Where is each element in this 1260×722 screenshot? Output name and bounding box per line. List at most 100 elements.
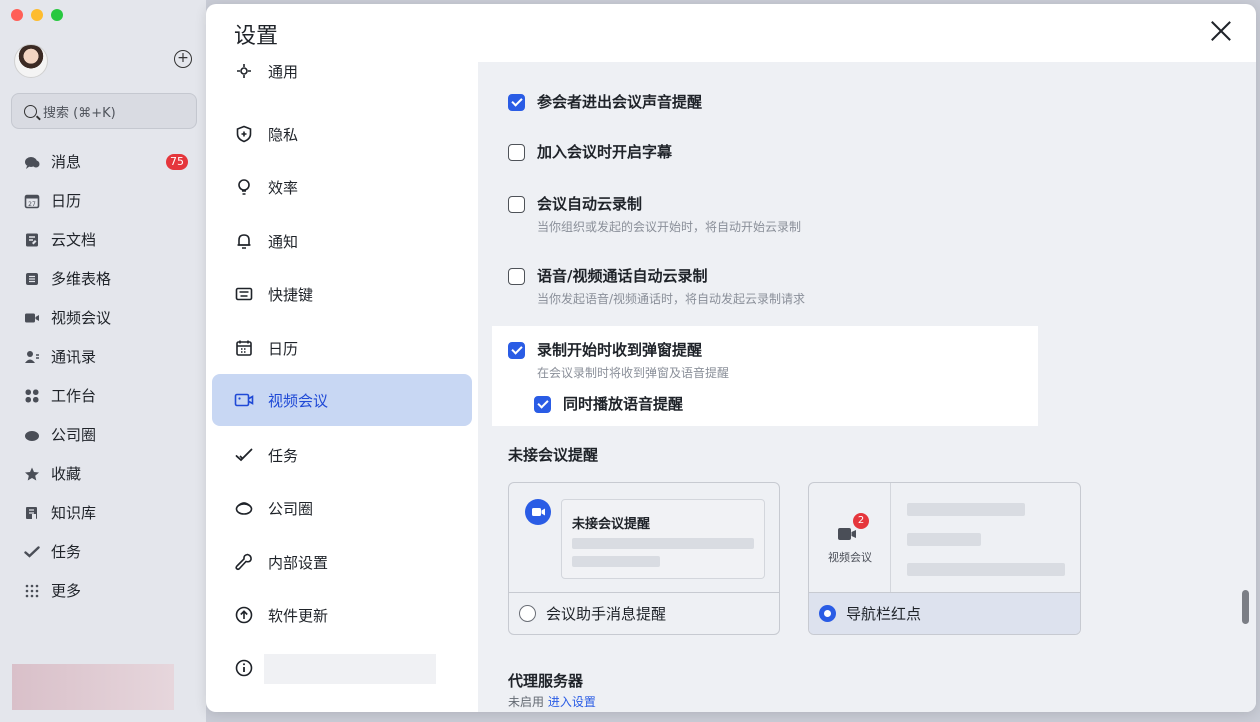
proxy-settings-link[interactable]: 进入设置 <box>548 695 596 709</box>
settings-nav-efficiency[interactable]: 效率 <box>212 161 472 213</box>
blurred-profile-area <box>12 664 174 710</box>
nav-label: 知识库 <box>51 504 97 522</box>
keyboard-icon <box>234 284 254 304</box>
nav-item-favorites[interactable]: 收藏 <box>0 454 206 493</box>
calendar-icon <box>234 338 254 358</box>
nav-item-contacts[interactable]: 通讯录 <box>0 337 206 376</box>
nav-item-base[interactable]: 多维表格 <box>0 259 206 298</box>
settings-nav-privacy[interactable]: 隐私 <box>212 108 472 160</box>
contacts-icon <box>24 349 40 365</box>
radio-label: 导航栏红点 <box>846 605 922 623</box>
option-record-popup[interactable]: 录制开始时收到弹窗提醒 在会议录制时将收到弹窗及语音提醒 <box>508 340 729 381</box>
zoom-window-button[interactable] <box>51 9 63 21</box>
settings-nav-label: 公司圈 <box>268 499 314 518</box>
workplace-grid-icon <box>24 388 40 404</box>
navbar-preview: 2 视频会议 <box>809 483 891 593</box>
search-input[interactable]: 搜索 (⌘+K) <box>11 93 197 129</box>
svg-text:27: 27 <box>28 201 36 208</box>
missed-option-footer[interactable]: 会议助手消息提醒 <box>509 592 779 634</box>
checkbox-record-popup[interactable] <box>508 342 525 359</box>
settings-nav-update[interactable]: 软件更新 <box>212 589 472 641</box>
option-description: 当你发起语音/视频通话时，将自动发起云录制请求 <box>537 292 806 306</box>
settings-nav-tasks[interactable]: 任务 <box>212 429 472 481</box>
moments-icon <box>234 498 254 518</box>
settings-nav-shortcuts[interactable]: 快捷键 <box>212 268 472 320</box>
app-sidebar: + 搜索 (⌘+K) 消息 75 27 日历 云文档 多维表格 视频会议 通讯录… <box>0 0 206 722</box>
settings-nav-internal[interactable]: 内部设置 <box>212 536 472 588</box>
wrench-icon <box>234 552 254 572</box>
missed-option-footer[interactable]: 导航栏红点 <box>809 592 1080 634</box>
nav-item-workplace[interactable]: 工作台 <box>0 376 206 415</box>
nav-item-tasks[interactable]: 任务 <box>0 532 206 571</box>
missed-option-card-assistant[interactable]: 未接会议提醒 会议助手消息提醒 <box>508 482 780 635</box>
search-placeholder: 搜索 (⌘+K) <box>43 105 116 121</box>
nav-item-docs[interactable]: 云文档 <box>0 220 206 259</box>
placeholder-line <box>572 538 754 549</box>
nav-item-messages[interactable]: 消息 75 <box>0 142 206 181</box>
unread-badge: 75 <box>166 153 188 170</box>
option-auto-captions[interactable]: 加入会议时开启字幕 <box>508 142 672 162</box>
option-participant-sound[interactable]: 参会者进出会议声音提醒 <box>508 92 702 112</box>
option-voice-reminder[interactable]: 同时播放语音提醒 <box>534 394 683 414</box>
settings-nav-label: 快捷键 <box>268 285 314 304</box>
nav-label: 任务 <box>51 543 82 561</box>
option-call-auto-record[interactable]: 语音/视频通话自动云录制 当你发起语音/视频通话时，将自动发起云录制请求 <box>508 266 805 307</box>
checkbox-participant-sound[interactable] <box>508 94 525 111</box>
settings-nav-label: 效率 <box>268 178 299 197</box>
close-icon[interactable] <box>1210 20 1232 42</box>
close-window-button[interactable] <box>11 9 23 21</box>
settings-nav-label: 内部设置 <box>268 553 329 572</box>
option-label: 会议自动云录制 <box>537 195 643 213</box>
meeting-assistant-icon <box>525 499 551 525</box>
proxy-status: 未启用 <box>508 695 545 709</box>
search-icon <box>24 104 37 118</box>
app-nav: 消息 75 27 日历 云文档 多维表格 视频会议 通讯录 工作台 公司圈 收藏… <box>0 142 206 610</box>
avatar[interactable] <box>14 44 48 78</box>
wiki-icon <box>24 505 40 521</box>
nav-label: 云文档 <box>51 231 97 249</box>
nav-item-more[interactable]: 更多 <box>0 571 206 610</box>
nav-item-calendar[interactable]: 27 日历 <box>0 181 206 220</box>
plus-circle-icon[interactable]: + <box>174 50 192 68</box>
missed-option-card-navbar[interactable]: 2 视频会议 导航栏红点 <box>808 482 1081 635</box>
calendar-icon: 27 <box>24 193 40 209</box>
nav-label: 多维表格 <box>51 270 112 288</box>
option-auto-cloud-record[interactable]: 会议自动云录制 当你组织或发起的会议开始时，将自动开始云录制 <box>508 194 801 235</box>
settings-nav: 通用 隐私 效率 通知 快捷键 日历 视频会议 任务 公司圈 内部设置 软件更新 <box>206 62 478 712</box>
info-icon <box>234 658 254 678</box>
nav-label: 更多 <box>51 582 82 600</box>
settings-content: 参会者进出会议声音提醒 加入会议时开启字幕 会议自动云录制 当你组织或发起的会议… <box>478 62 1256 712</box>
option-label: 同时播放语音提醒 <box>563 395 684 413</box>
option-label: 语音/视频通话自动云录制 <box>537 267 708 285</box>
missed-meeting-title: 未接会议提醒 <box>508 446 599 464</box>
radio-assistant-message[interactable] <box>519 605 536 622</box>
checkbox-auto-captions[interactable] <box>508 144 525 161</box>
minimize-window-button[interactable] <box>31 9 43 21</box>
nav-item-moments[interactable]: 公司圈 <box>0 415 206 454</box>
nav-label: 收藏 <box>51 465 82 483</box>
general-icon <box>234 61 254 81</box>
settings-nav-label: 任务 <box>268 446 299 465</box>
settings-nav-moments[interactable]: 公司圈 <box>212 482 472 534</box>
settings-nav-label: 通用 <box>268 62 299 81</box>
lightbulb-icon <box>234 177 254 197</box>
placeholder-line <box>907 563 1065 576</box>
settings-nav-general[interactable]: 通用 <box>212 54 472 88</box>
settings-nav-notifications[interactable]: 通知 <box>212 215 472 267</box>
preview-title: 未接会议提醒 <box>572 517 651 532</box>
checkbox-auto-cloud-record[interactable] <box>508 196 525 213</box>
settings-nav-video-meeting[interactable]: 视频会议 <box>212 374 472 426</box>
settings-nav-label: 通知 <box>268 232 299 251</box>
nav-item-video-meeting[interactable]: 视频会议 <box>0 298 206 337</box>
checkbox-call-auto-record[interactable] <box>508 268 525 285</box>
settings-nav-calendar[interactable]: 日历 <box>212 322 472 374</box>
checkbox-voice-reminder[interactable] <box>534 396 551 413</box>
settings-nav-label: 软件更新 <box>268 606 329 625</box>
content-scrollbar[interactable] <box>1242 590 1249 624</box>
nav-item-wiki[interactable]: 知识库 <box>0 493 206 532</box>
base-table-icon <box>24 271 40 287</box>
option-label: 加入会议时开启字幕 <box>537 143 673 161</box>
settings-nav-label: 视频会议 <box>268 391 329 410</box>
navbar-icon-label: 视频会议 <box>828 551 872 564</box>
radio-navbar-red-dot[interactable] <box>819 605 836 622</box>
